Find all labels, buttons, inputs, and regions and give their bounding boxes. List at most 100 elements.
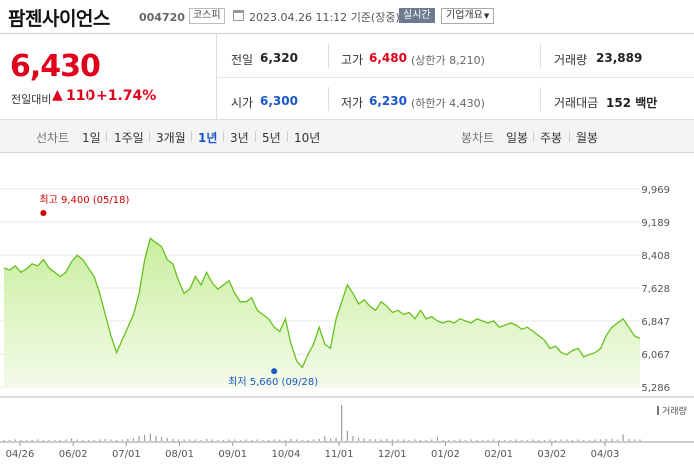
quote-panel: 6,430 전일대비 ▲ 110 +1.74% 전일 6,320 고가 6,48… xyxy=(0,33,694,120)
volume-bar xyxy=(566,439,568,441)
x-tick-label: 07/01 xyxy=(112,449,141,460)
volume-bar xyxy=(121,439,123,441)
volume-bar xyxy=(228,439,230,441)
volume-bar xyxy=(560,439,562,441)
line-chart-label: 선차트 xyxy=(36,131,70,145)
tab-period-3m[interactable]: 3개월 xyxy=(156,129,186,146)
stock-name[interactable]: 팜젠사이언스 xyxy=(8,4,110,31)
tab-period-1d[interactable]: 1일 xyxy=(82,129,101,146)
volume-bar xyxy=(211,439,213,441)
divider xyxy=(217,77,694,78)
volume-bar xyxy=(605,438,607,441)
divider xyxy=(569,131,570,142)
volume-bar xyxy=(99,439,101,441)
volume-bar xyxy=(234,439,236,441)
up-triangle-icon: ▲ xyxy=(52,87,63,103)
y-tick-label: 5,286 xyxy=(641,383,670,394)
x-tick-label: 08/01 xyxy=(165,449,194,460)
volume-bar xyxy=(504,439,506,441)
volume-bar xyxy=(42,439,44,441)
volume-bar xyxy=(93,439,95,441)
quote-datetime: 2023.04.26 11:12 기준(장중) xyxy=(249,11,400,24)
volume-bar xyxy=(555,439,557,441)
volume-bar xyxy=(37,439,39,441)
tab-period-1w[interactable]: 1주일 xyxy=(114,129,144,146)
tab-candle-daily[interactable]: 일봉 xyxy=(506,129,528,146)
volume-bar xyxy=(268,439,270,441)
change-value: 110 xyxy=(66,88,96,104)
volume-bar xyxy=(87,439,89,441)
change-label: 전일대비 xyxy=(11,93,52,106)
change-percent: +1.74% xyxy=(96,88,157,104)
divider xyxy=(88,90,89,102)
candle-chart-label: 봉차트 xyxy=(461,131,495,145)
volume-legend-icon xyxy=(657,406,659,415)
volume-bar xyxy=(217,439,219,441)
volume-bar xyxy=(600,439,602,441)
volume-bar xyxy=(397,439,399,441)
volume-bar xyxy=(363,438,365,441)
volume-bar xyxy=(290,438,292,441)
volume-bar xyxy=(414,439,416,441)
volume-bar xyxy=(386,438,388,441)
low-label: 저가 xyxy=(341,96,364,110)
realtime-button[interactable]: 실시간 xyxy=(399,8,435,23)
volume-bar xyxy=(26,439,28,441)
volume-bar xyxy=(155,435,157,441)
volume-bar xyxy=(307,439,309,441)
volume-bar xyxy=(442,439,444,441)
volume-bar xyxy=(341,405,343,441)
stock-code: 004720 xyxy=(139,11,185,24)
upper-limit: (상한가 8,210) xyxy=(411,54,485,67)
volume-bar xyxy=(549,439,551,441)
volume-bar xyxy=(380,439,382,441)
volume-bar xyxy=(419,439,421,441)
volume-bar xyxy=(538,439,540,441)
volume-bar xyxy=(177,439,179,441)
tab-period-3y[interactable]: 3년 xyxy=(230,129,249,146)
tab-candle-monthly[interactable]: 월봉 xyxy=(576,129,598,146)
price-area-fill xyxy=(4,238,640,387)
high-label: 고가 xyxy=(341,53,364,67)
tab-period-5y[interactable]: 5년 xyxy=(262,129,281,146)
volume-bar xyxy=(194,439,196,441)
amount-label: 거래대금 xyxy=(554,96,599,110)
x-tick-label: 10/04 xyxy=(271,449,300,460)
volume-bar xyxy=(161,436,163,441)
volume-bar xyxy=(403,439,405,441)
tab-period-1y[interactable]: 1년 xyxy=(198,129,217,146)
volume-bar xyxy=(138,435,140,441)
low-label: 최저 5,660 (09/28) xyxy=(228,376,318,388)
y-tick-label: 6,067 xyxy=(641,350,670,361)
volume-bar xyxy=(76,439,78,441)
low-marker xyxy=(271,368,278,375)
volume-bar xyxy=(639,439,641,441)
volume-bar xyxy=(465,439,467,441)
x-tick-label: 12/01 xyxy=(378,449,407,460)
volume-bar xyxy=(577,439,579,441)
y-tick-label: 8,408 xyxy=(641,251,670,262)
tab-candle-weekly[interactable]: 주봉 xyxy=(540,129,562,146)
volume-bar xyxy=(110,439,112,441)
volume-bar xyxy=(256,439,258,441)
volume-bar xyxy=(262,439,264,441)
stock-header: 팜젠사이언스 004720 코스피 2023.04.26 11:12 기준(장중… xyxy=(0,0,694,33)
amount-value: 152 백만 xyxy=(606,96,658,110)
volume-bar xyxy=(166,437,168,441)
divider xyxy=(223,131,224,142)
volume-bar xyxy=(54,439,56,441)
company-info-button[interactable]: 기업개요▼ xyxy=(441,8,495,24)
y-tick-label: 9,189 xyxy=(641,218,670,229)
market-badge: 코스피 xyxy=(189,8,225,24)
volume-bar xyxy=(391,439,393,441)
volume-bar xyxy=(481,439,483,441)
volume-bar xyxy=(149,433,151,441)
open-value: 6,300 xyxy=(260,94,298,108)
chart-period-tabs: 선차트 1일 1주일 3개월 1년 3년 5년 10년 봉차트 일봉 주봉 월봉 xyxy=(0,120,694,153)
x-axis-ticks: 04/26 06/02 07/01 08/01 09/01 10/04 11/01 12/01… xyxy=(6,442,619,460)
volume-bar xyxy=(189,439,191,441)
volume-label: 거래량 xyxy=(554,53,588,67)
divider xyxy=(287,131,288,142)
divider xyxy=(533,131,534,142)
tab-period-10y[interactable]: 10년 xyxy=(294,129,320,146)
